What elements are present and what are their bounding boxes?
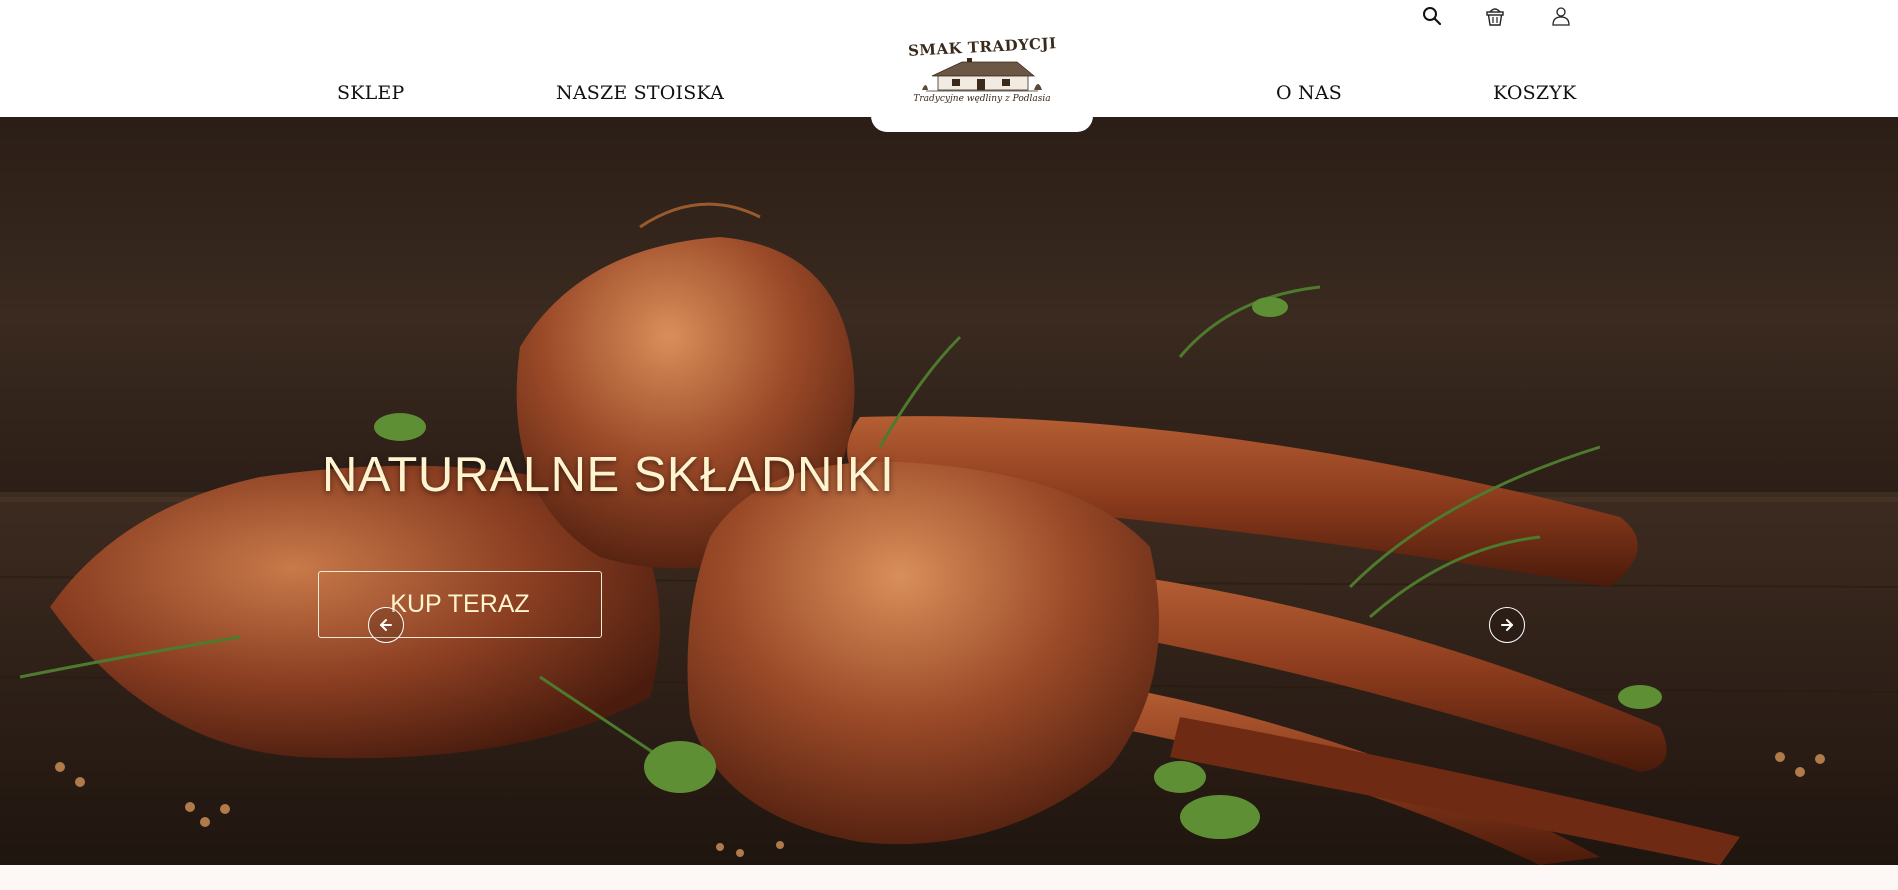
buy-now-button[interactable]: KUP TERAZ [318,571,602,638]
nav-koszyk[interactable]: KOSZYK [1493,82,1576,104]
logo-tagline: Tradycyjne wędliny z Podlasia [913,94,1051,104]
arrow-left-icon[interactable] [368,607,404,643]
nav-sklep[interactable]: SKLEP [337,82,404,104]
hero-image [0,117,1898,865]
logo[interactable]: SMAK TRADYCJI Tradycyjne wędliny z Podla… [871,28,1093,132]
nav-nasze-stoiska[interactable]: NASZE STOISKA [556,82,724,104]
hero-banner: NATURALNE SKŁADNIKI KUP TERAZ [0,117,1898,865]
arrow-right-icon[interactable] [1489,607,1525,643]
logo-house-illustration [922,58,1042,92]
basket-icon[interactable] [1483,4,1507,28]
hero-title: NATURALNE SKŁADNIKI [322,448,895,502]
user-icon[interactable] [1549,4,1573,28]
content-section [0,865,1898,890]
search-icon[interactable] [1420,4,1444,28]
nav-o-nas[interactable]: O NAS [1276,82,1342,104]
